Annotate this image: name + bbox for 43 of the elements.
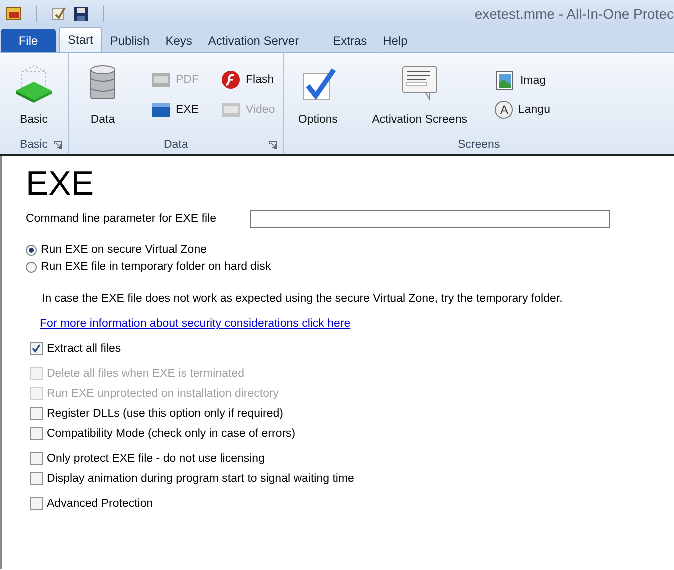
ribbon-button[interactable]: Options (290, 60, 346, 130)
checkbox-option[interactable]: Compatibility Mode (check only in case of errors) (30, 427, 296, 440)
group-label: Screens (458, 139, 500, 151)
radio-option[interactable]: Run EXE file in temporary folder on hard disk (26, 261, 272, 273)
flash-icon (221, 70, 242, 90)
dialog-launcher-icon[interactable] (269, 141, 278, 149)
checkbox-option[interactable]: Advanced Protection (30, 497, 154, 510)
checkbox-option[interactable]: Extract all files (30, 342, 122, 355)
radio-option[interactable]: Run EXE on secure Virtual Zone (26, 244, 207, 256)
group-label: Basic (20, 139, 48, 151)
checkbox-option[interactable]: Display animation during program start to signal waiting time (30, 472, 354, 485)
ribbon-button[interactable]: EXE (149, 98, 202, 120)
input-field[interactable] (250, 210, 610, 228)
ribbon-button[interactable]: Flash (219, 68, 278, 90)
ribbon-button[interactable]: Data (75, 60, 131, 130)
ribbon-tab[interactable]: Extras (325, 29, 376, 52)
ribbon-tab[interactable]: Help (375, 29, 416, 52)
security-link[interactable]: For more information about security considerations click here (40, 318, 351, 330)
field-label: Command line parameter for EXE file (26, 213, 218, 225)
speech-bubble-icon: A (495, 100, 514, 118)
group-label: Data (164, 139, 188, 151)
checkbox-option[interactable]: Register DLLs (use this option only if required) (30, 407, 284, 420)
ribbon-button[interactable]: Basic (6, 60, 62, 130)
ribbon-button[interactable]: Imag (493, 70, 552, 92)
ribbon-tab[interactable]: Activation Server (200, 29, 308, 52)
ribbon-button[interactable]: Activation Screens (364, 60, 476, 130)
cube-icon (14, 64, 54, 104)
ribbon-tab[interactable]: Publish (102, 29, 158, 52)
dialog-window-icon (400, 64, 440, 104)
ribbon-button[interactable]: A Langu (493, 100, 552, 120)
window-title: exetest.mme - All-In-One Protec (474, 6, 674, 22)
dialog-launcher-icon[interactable] (54, 141, 62, 149)
image-icon (495, 70, 516, 90)
save-icon[interactable] (73, 6, 89, 22)
file-tab[interactable]: File (1, 29, 56, 52)
app-icon[interactable] (6, 6, 22, 22)
ribbon-tab[interactable]: Keys (158, 29, 200, 52)
ribbon-tab[interactable]: Start (59, 27, 102, 52)
info-text: In case the EXE file does not work as expected using the secure Virtual Zone, try the temporary folder. (42, 293, 564, 305)
edit-icon[interactable] (51, 6, 67, 22)
checkbox-option[interactable]: Only protect EXE file - do not use licensing (30, 452, 265, 465)
page-heading: EXE (26, 164, 96, 204)
checkmark-icon (32, 344, 41, 353)
